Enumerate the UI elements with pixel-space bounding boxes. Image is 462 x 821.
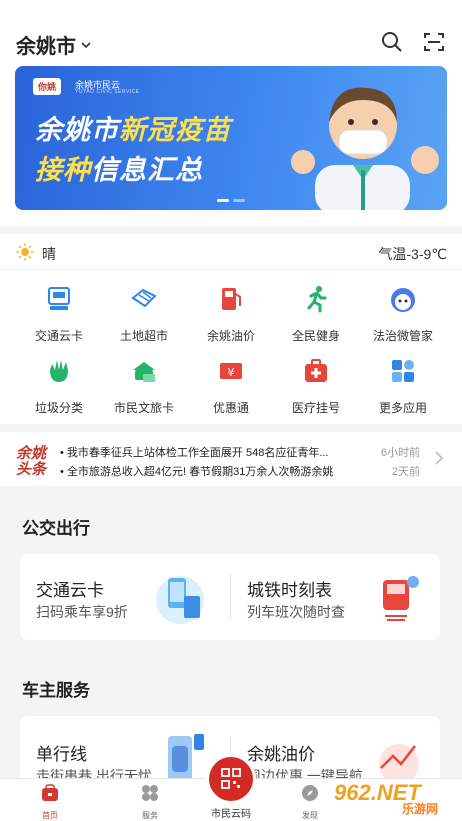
service-culture-card[interactable]: 市民文旅卡 — [101, 356, 187, 416]
news-item[interactable]: • 全市旅游总收入超4亿元! 春节假期31万余人次畅游余姚 — [60, 463, 350, 479]
service-label: 法治微管家 — [372, 329, 433, 343]
discover-icon — [302, 785, 318, 801]
news-item[interactable]: • 我市春季征兵上站体检工作全面展开 548名应征青年... — [60, 444, 350, 460]
news-time: 2天前 — [391, 466, 420, 478]
tab-home[interactable]: 首页 — [20, 783, 80, 821]
banner-section: 你姚 余姚市民云 YUYAO CIVIC SERVICE 余姚市新冠疫苗 接种信… — [0, 62, 462, 226]
citizen-qr-label: 市民云码 — [211, 809, 251, 820]
weather-temperature: 气温-3-9℃ — [378, 246, 447, 262]
banner-logo: 你姚 — [33, 78, 62, 95]
service-waste-sorting[interactable]: 垃圾分类 — [16, 356, 102, 416]
card-title: 单行线 — [36, 745, 87, 764]
culture-card-icon — [133, 362, 155, 382]
medical-kit-icon — [305, 359, 327, 382]
running-icon — [307, 286, 327, 313]
card-subtitle: 扫码乘车享9折 — [36, 604, 128, 620]
banner-headline-1: 余姚市新冠疫苗 — [35, 115, 231, 145]
service-land-market[interactable]: 土地超市 — [101, 284, 187, 344]
service-medical-booking[interactable]: 医疗挂号 — [273, 356, 359, 416]
news-ticker[interactable]: 余姚 头条 • 我市春季征兵上站体检工作全面展开 548名应征青年... 6小时… — [0, 432, 462, 486]
service-fitness[interactable]: 全民健身 — [273, 284, 359, 344]
bus-card-icon — [48, 287, 70, 310]
scan-icon[interactable] — [422, 30, 446, 54]
service-label: 全民健身 — [291, 329, 340, 343]
service-label: 优惠通 — [212, 401, 249, 415]
doctor-illustration — [291, 87, 439, 210]
section-title: 车主服务 — [22, 681, 90, 700]
service-coupons[interactable]: ¥ 优惠通 — [188, 356, 274, 416]
home-icon — [42, 784, 58, 801]
train-icon — [383, 576, 419, 621]
service-label: 土地超市 — [119, 329, 168, 343]
coupon-icon: ¥ — [220, 363, 242, 379]
search-icon[interactable] — [380, 30, 404, 54]
news-brand-logo: 余姚 头条 — [16, 445, 47, 478]
svg-text:¥: ¥ — [228, 366, 235, 379]
land-market-icon — [131, 288, 157, 308]
service-label: 医疗挂号 — [291, 401, 340, 415]
news-time: 6小时前 — [380, 447, 420, 459]
qr-code-icon — [221, 768, 241, 789]
banner-org-en: YUYAO CIVIC SERVICE — [75, 89, 140, 95]
tab-label: 首页 — [42, 811, 58, 820]
service-more-apps[interactable]: 更多应用 — [360, 356, 446, 416]
service-fuel-price[interactable]: 余姚油价 — [188, 284, 274, 344]
card-title: 城铁时刻表 — [247, 581, 332, 600]
recycle-hand-icon — [50, 360, 68, 382]
watermark-site: 乐游网 — [402, 802, 439, 816]
chevron-right-icon[interactable] — [434, 450, 444, 466]
transit-section: 公交出行 交通云卡 扫码乘车享9折 城铁时刻表 列车班次随时查 — [0, 496, 462, 658]
service-label: 垃圾分类 — [34, 401, 83, 415]
transit-card: 交通云卡 扫码乘车享9折 城铁时刻表 列车班次随时查 — [20, 554, 440, 640]
service-label: 市民文旅卡 — [113, 401, 174, 415]
service-bus-card[interactable]: 交通云卡 — [16, 284, 102, 344]
service-legal-assistant[interactable]: 法治微管家 — [360, 284, 446, 344]
card-subtitle: 列车班次随时查 — [247, 604, 345, 620]
sun-icon — [16, 243, 34, 261]
apps-grid-icon — [392, 360, 414, 382]
tab-label: 服务 — [142, 811, 158, 820]
vaccine-banner[interactable]: 你姚 余姚市民云 YUYAO CIVIC SERVICE 余姚市新冠疫苗 接种信… — [15, 66, 447, 210]
phone-bus-card-icon — [156, 576, 204, 624]
tab-discover[interactable]: 发现 — [280, 783, 340, 821]
app-header: 余姚市 — [0, 0, 462, 62]
citizen-qr-button[interactable] — [206, 754, 256, 804]
service-label: 余姚油价 — [206, 329, 255, 343]
car-one-way[interactable]: 单行线 走街串巷 出行无忧 — [20, 716, 230, 786]
city-name: 余姚市 — [16, 36, 76, 58]
transit-train-schedule[interactable]: 城铁时刻表 列车班次随时查 — [231, 554, 440, 640]
service-grid: 交通云卡 土地超市 余姚油价 全民健身 法治微管家 垃圾分类 市民文旅卡 ¥ 优… — [0, 270, 462, 424]
card-title: 余姚油价 — [247, 745, 315, 764]
card-title: 交通云卡 — [36, 581, 104, 600]
section-title: 公交出行 — [22, 519, 90, 538]
service-label: 交通云卡 — [34, 329, 83, 343]
tab-label: 发现 — [302, 811, 318, 820]
weather-bar: 晴 气温-3-9℃ — [0, 234, 462, 270]
banner-headline-2: 接种信息汇总 — [35, 155, 203, 185]
car-fuel-price[interactable]: 余姚油价 周边优惠 一键导航 — [231, 716, 440, 786]
service-label: 更多应用 — [378, 401, 427, 415]
services-icon — [142, 785, 158, 801]
banner-pager — [217, 199, 245, 202]
chevron-down-icon — [81, 41, 91, 48]
transit-bus-card[interactable]: 交通云卡 扫码乘车享9折 — [20, 554, 230, 640]
tab-services[interactable]: 服务 — [120, 783, 180, 821]
weather-condition: 晴 — [42, 246, 56, 262]
city-selector[interactable]: 余姚市 — [16, 30, 92, 59]
fuel-chart-icon — [379, 744, 419, 784]
mascot-icon — [391, 288, 415, 312]
fuel-pump-icon — [222, 288, 241, 310]
